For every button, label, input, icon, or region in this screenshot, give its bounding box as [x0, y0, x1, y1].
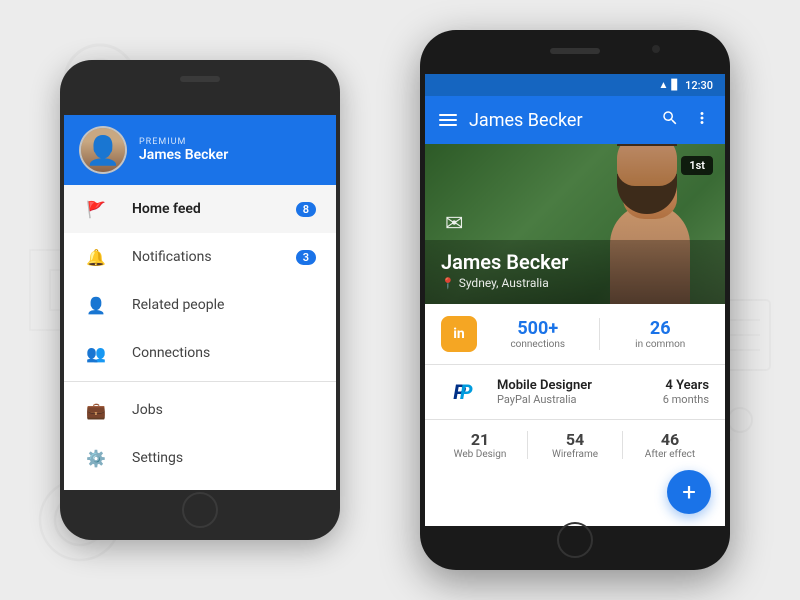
stats-divider [599, 318, 600, 350]
paypal-logo: P P [441, 377, 485, 407]
profile-header: PREMIUM James Becker [64, 115, 336, 185]
after-effect-count: 46 [661, 430, 679, 449]
linkedin-badge: in [441, 316, 477, 352]
skill-wireframe: 54 Wireframe [536, 430, 614, 460]
person-add-icon: 👤 [84, 293, 108, 317]
profile-location: 📍 Sydney, Australia [441, 276, 709, 290]
skills-row: 21 Web Design 54 Wireframe 46 After effe… [425, 420, 725, 470]
menu-item-connections[interactable]: 👥 Connections [64, 329, 336, 377]
job-company: PayPal Australia [497, 393, 651, 406]
job-title: Mobile Designer [497, 378, 651, 393]
phone-home-button-back[interactable] [182, 492, 218, 528]
drawer-menu: 🚩 Home feed 8 🔔 Notifications 3 👤 Relate… [64, 185, 336, 482]
briefcase-icon: 💼 [84, 398, 108, 422]
phone-camera [652, 45, 660, 53]
job-months: 6 months [663, 393, 709, 406]
menu-item-home-feed[interactable]: 🚩 Home feed 8 [64, 185, 336, 233]
app-bar-actions [661, 109, 711, 132]
job-card: P P Mobile Designer PayPal Australia 4 Y… [425, 365, 725, 420]
phone-speaker-back [180, 76, 220, 82]
connections-count: 500+ [517, 318, 558, 339]
signal-indicator: ▲ ▊ [658, 80, 679, 91]
web-design-label: Web Design [454, 449, 507, 460]
phone-front: ▲ ▊ 12:30 James Becker [420, 30, 730, 570]
connections-stat: 500+ connections [489, 318, 587, 350]
menu-label-home-feed: Home feed [132, 201, 201, 217]
menu-label-settings: Settings [132, 450, 183, 466]
premium-label: PREMIUM [139, 137, 228, 147]
menu-label-jobs: Jobs [132, 402, 163, 418]
fab-add-button[interactable]: + [667, 470, 711, 514]
menu-item-related-people[interactable]: 👤 Related people [64, 281, 336, 329]
skill-after-effect: 46 After effect [631, 430, 709, 460]
flag-icon: 🚩 [84, 197, 108, 221]
status-bar: ▲ ▊ 12:30 [425, 74, 725, 96]
wireframe-count: 54 [566, 430, 584, 449]
avatar-image [81, 128, 125, 172]
profile-cover: ✉ 1st James Becker 📍 Sydney, Australia [425, 144, 725, 304]
common-stat: 26 in common [612, 318, 710, 350]
connections-label: connections [510, 339, 565, 350]
menu-label-notifications: Notifications [132, 249, 212, 265]
after-effect-label: After effect [645, 449, 695, 460]
profile-name: James Becker [441, 250, 709, 274]
app-bar: James Becker [425, 96, 725, 144]
battery-icon: ▊ [671, 80, 679, 91]
phone-back: PREMIUM James Becker 🚩 Home feed 8 🔔 Not… [60, 60, 340, 540]
search-icon[interactable] [661, 109, 679, 132]
common-label: in common [635, 339, 685, 350]
hamburger-menu-button[interactable] [439, 114, 457, 126]
menu-item-notifications[interactable]: 🔔 Notifications 3 [64, 233, 336, 281]
job-years: 4 Years [663, 378, 709, 393]
phone-back-screen: PREMIUM James Becker 🚩 Home feed 8 🔔 Not… [64, 115, 336, 490]
profile-name-back: James Becker [139, 147, 228, 163]
profile-info-overlay: James Becker 📍 Sydney, Australia [425, 240, 725, 304]
menu-item-settings[interactable]: ⚙️ Settings [64, 434, 336, 482]
notifications-badge: 3 [296, 250, 316, 265]
job-info: Mobile Designer PayPal Australia [497, 378, 651, 406]
stats-card: in 500+ connections 26 in common [425, 304, 725, 365]
location-text: Sydney, Australia [459, 276, 549, 290]
settings-icon: ⚙️ [84, 446, 108, 470]
common-count: 26 [650, 318, 671, 339]
menu-divider [64, 381, 336, 382]
menu-item-jobs[interactable]: 💼 Jobs [64, 386, 336, 434]
skill-divider-1 [527, 431, 528, 459]
skill-web-design: 21 Web Design [441, 430, 519, 460]
phone-speaker-front [550, 48, 600, 54]
job-duration: 4 Years 6 months [663, 378, 709, 406]
status-time: 12:30 [685, 79, 713, 92]
paypal-p2: P [460, 380, 473, 404]
skill-divider-2 [622, 431, 623, 459]
avatar [79, 126, 127, 174]
signal-icon: ▲ [658, 80, 668, 91]
people-icon: 👥 [84, 341, 108, 365]
menu-label-connections: Connections [132, 345, 210, 361]
menu-label-related-people: Related people [132, 297, 224, 313]
app-bar-title: James Becker [469, 110, 649, 131]
web-design-count: 21 [471, 430, 489, 449]
connection-badge: 1st [681, 156, 713, 175]
phone-home-button-front[interactable] [557, 522, 593, 558]
more-options-icon[interactable] [693, 109, 711, 132]
phone-front-screen: ▲ ▊ 12:30 James Becker [425, 74, 725, 526]
wireframe-label: Wireframe [552, 449, 598, 460]
bell-icon: 🔔 [84, 245, 108, 269]
mail-icon[interactable]: ✉ [445, 212, 463, 237]
location-pin-icon: 📍 [441, 277, 455, 290]
home-feed-badge: 8 [296, 202, 316, 217]
profile-info-back: PREMIUM James Becker [139, 137, 228, 163]
